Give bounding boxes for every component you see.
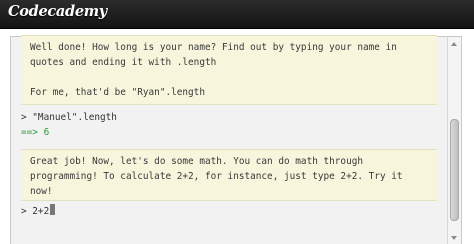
vertical-scrollbar[interactable] — [447, 37, 461, 244]
instruction-message: Great job! Now, let's do some math. You … — [21, 149, 437, 201]
top-bar: Codecademy — [0, 0, 474, 29]
scroll-down-arrow-icon[interactable] — [451, 236, 457, 240]
text-cursor — [50, 204, 56, 215]
instruction-text-line: For me, that'd be "Ryan".length — [30, 87, 205, 98]
console-panel: Well done! How long is your name? Find o… — [10, 35, 462, 244]
console-prompt[interactable]: > 2+2 — [21, 204, 56, 219]
instruction-text-line: Great job! Now, let's do some math. You … — [30, 156, 364, 167]
instruction-text-line: quotes and ending it with .length — [30, 57, 217, 68]
scrollbar-thumb[interactable] — [450, 119, 459, 221]
scroll-up-arrow-icon[interactable] — [451, 42, 457, 46]
instruction-text-line: Well done! How long is your name? Find o… — [30, 42, 397, 53]
instruction-message: Well done! How long is your name? Find o… — [21, 35, 437, 105]
codecademy-logo[interactable]: Codecademy — [8, 3, 107, 20]
instruction-text-line: now! — [30, 186, 53, 197]
console-output[interactable]: Well done! How long is your name? Find o… — [11, 35, 448, 244]
console-input-line: > "Manuel".length — [21, 112, 117, 123]
instruction-text-line: programming! To calculate 2+2, for insta… — [30, 171, 403, 182]
console-result-line: ==> 6 — [21, 127, 50, 138]
console-prompt-text: > 2+2 — [21, 206, 50, 217]
